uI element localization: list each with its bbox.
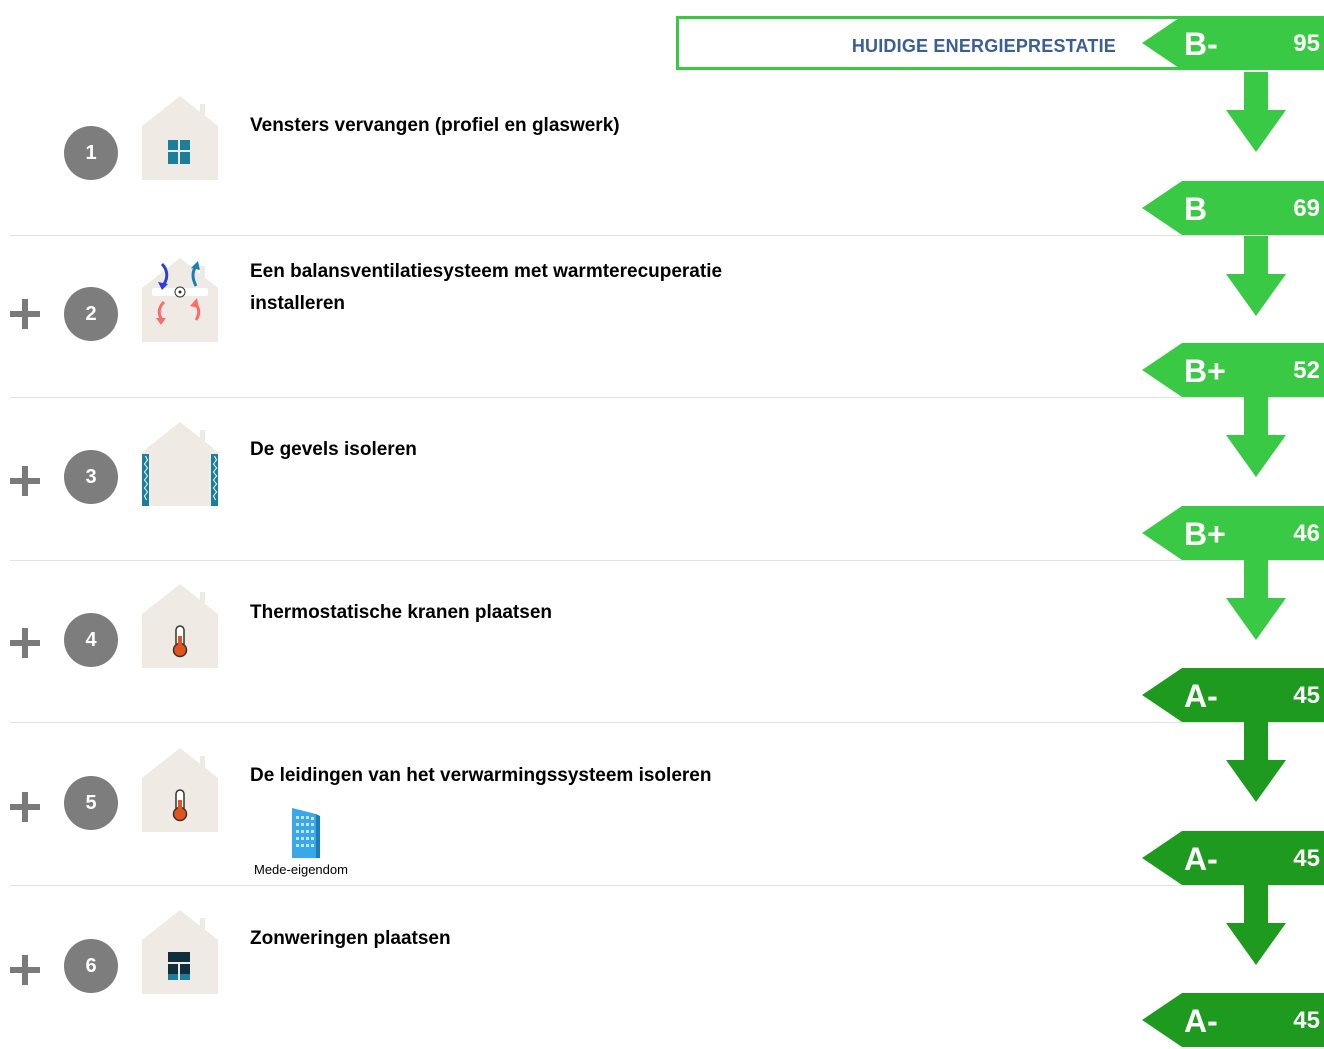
step-title: Een balansventilatiesysteem met warmtere…	[250, 261, 723, 314]
step-title: Vensters vervangen (profiel en glaswerk)	[250, 115, 620, 136]
divider	[10, 885, 1324, 886]
plus-icon	[10, 792, 40, 822]
plus-icon	[10, 628, 40, 658]
energy-value: 45	[1293, 682, 1320, 709]
facade-insulation-icon	[142, 422, 218, 506]
step-number: 3	[64, 450, 118, 504]
step-number: 6	[64, 939, 118, 993]
divider	[10, 722, 1324, 723]
energy-class: A-	[1184, 1003, 1218, 1039]
step-number: 5	[64, 776, 118, 830]
co-ownership-label: Mede-eigendom	[254, 862, 348, 877]
energy-value: 69	[1293, 195, 1320, 222]
plus-icon	[10, 466, 40, 496]
current-performance-banner: HUIDIGE ENERGIEPRESTATIE	[676, 16, 1186, 70]
current-performance-title: HUIDIGE ENERGIEPRESTATIE	[851, 36, 1116, 56]
step-title: Zonweringen plaatsen	[250, 928, 451, 949]
step-title: Thermostatische kranen plaatsen	[250, 602, 552, 623]
plus-icon	[10, 955, 40, 985]
step-title: De leidingen van het verwarmingssysteem …	[250, 765, 712, 786]
down-arrow	[1226, 236, 1286, 316]
ventilation-icon	[142, 258, 218, 342]
thermometer-icon	[142, 584, 218, 668]
energy-class: B	[1184, 191, 1208, 227]
window-icon	[142, 96, 218, 180]
energy-value: 52	[1293, 357, 1320, 384]
step-number: 2	[64, 287, 118, 341]
down-arrow	[1226, 722, 1286, 802]
step-number: 4	[64, 613, 118, 667]
energy-class: B+	[1184, 353, 1226, 389]
current-energy-label: B- 95	[1142, 16, 1324, 70]
building-icon	[286, 806, 322, 858]
energy-class: A-	[1184, 678, 1218, 714]
step-number: 1	[64, 126, 118, 180]
sunshade-window-icon	[142, 910, 218, 994]
energy-label-step-6: A- 45	[1142, 993, 1324, 1047]
energy-value: 45	[1293, 845, 1320, 872]
divider	[10, 397, 1324, 398]
step-title: De gevels isoleren	[250, 439, 417, 460]
energy-label-step-5: A- 45	[1142, 831, 1324, 885]
energy-class: B+	[1184, 516, 1226, 552]
energy-label-step-1: B 69	[1142, 181, 1324, 235]
energy-label-step-2: B+ 52	[1142, 343, 1324, 397]
energy-value: 45	[1293, 1007, 1320, 1034]
energy-value: 46	[1293, 520, 1320, 547]
energy-class: B-	[1184, 26, 1218, 62]
down-arrow	[1226, 397, 1286, 477]
energy-class: A-	[1184, 841, 1218, 877]
plus-icon	[10, 299, 40, 329]
down-arrow	[1226, 885, 1286, 965]
energy-value: 95	[1293, 30, 1320, 57]
energy-label-step-4: A- 45	[1142, 668, 1324, 722]
down-arrow	[1226, 72, 1286, 152]
down-arrow	[1226, 560, 1286, 640]
energy-label-step-3: B+ 46	[1142, 506, 1324, 560]
thermometer-icon	[142, 748, 218, 832]
divider	[10, 235, 1324, 236]
divider	[10, 560, 1324, 561]
